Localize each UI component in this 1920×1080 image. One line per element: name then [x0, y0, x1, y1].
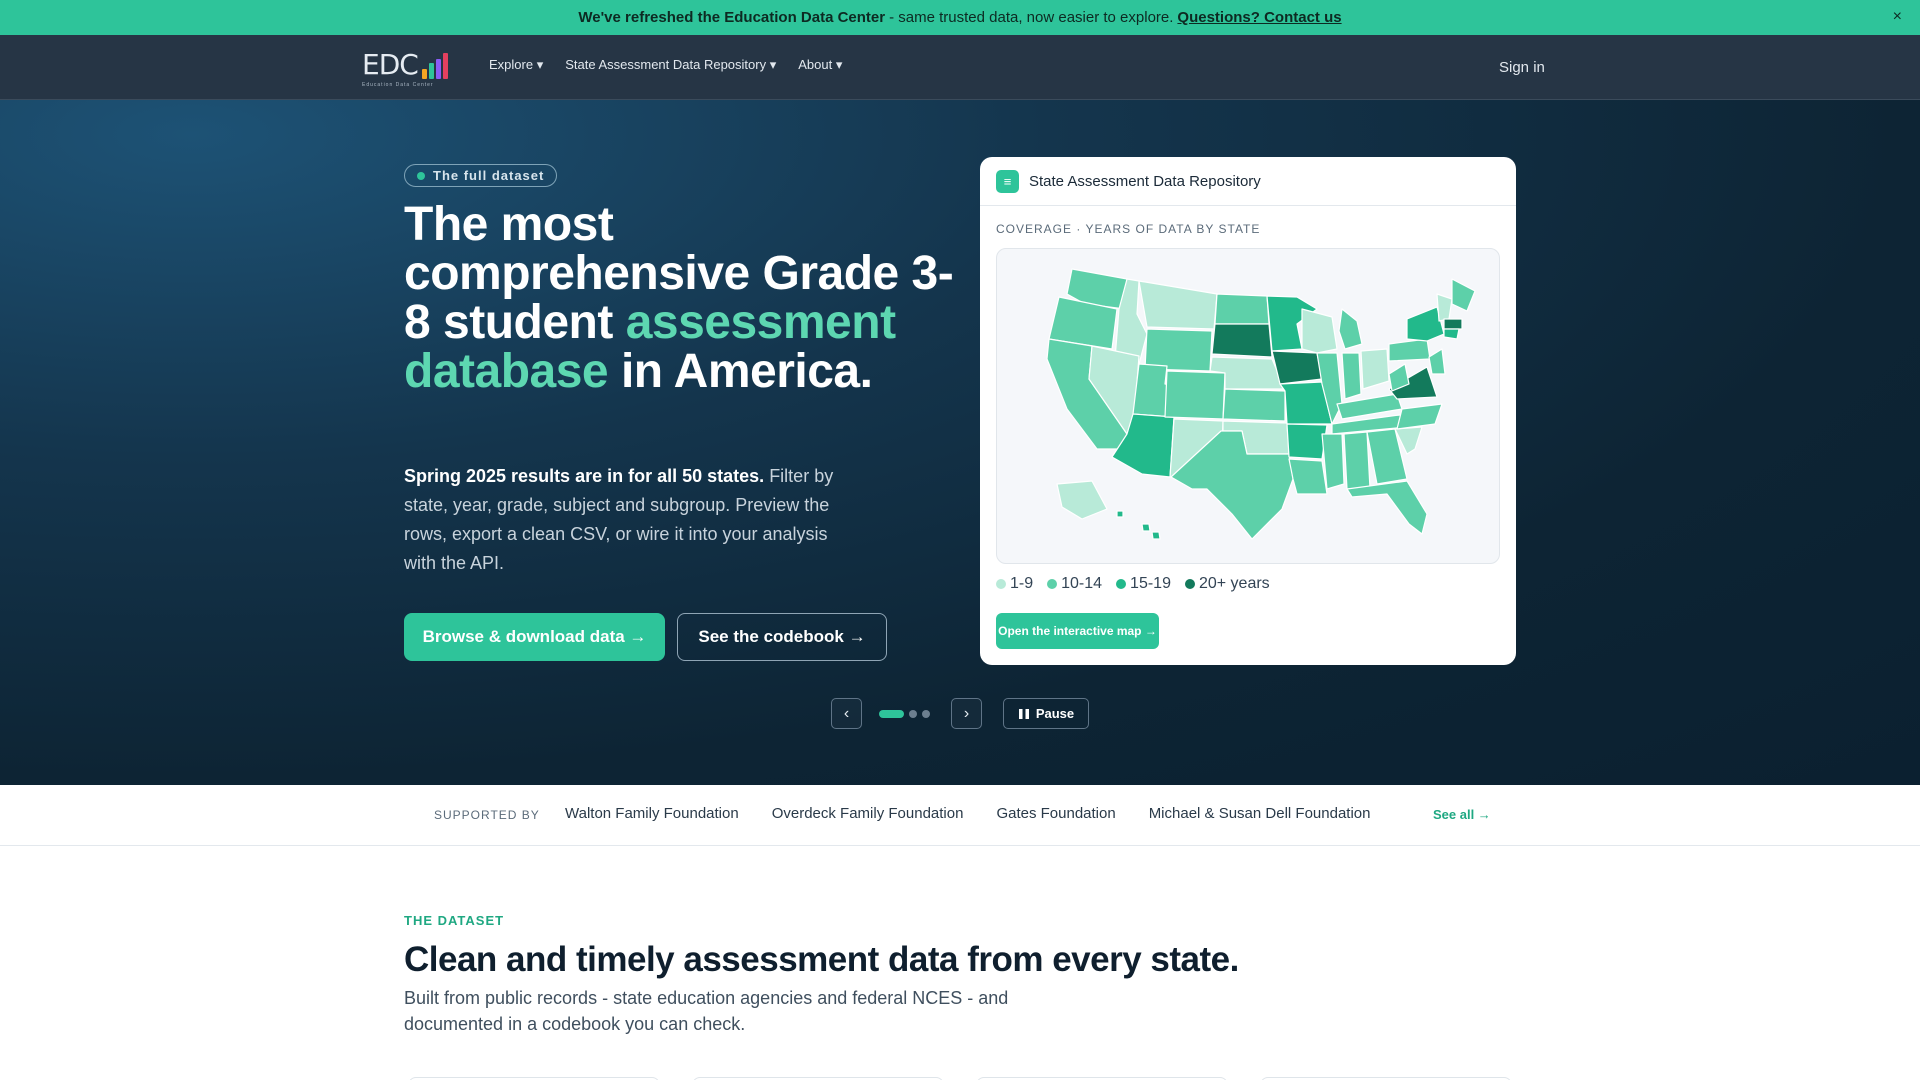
nav-item-about[interactable]: About ▾ — [798, 57, 842, 73]
pause-icon — [1018, 708, 1029, 719]
sign-in-link[interactable]: Sign in — [1499, 59, 1545, 76]
state-pa — [1388, 338, 1431, 362]
us-map-svg — [1046, 268, 1476, 540]
carousel-dots — [879, 710, 930, 718]
supporters-strip: SUPPORTED BY Walton Family Foundation Ov… — [0, 785, 1920, 846]
state-nc — [1396, 403, 1443, 430]
carousel-dot[interactable] — [909, 710, 917, 718]
legend-swatch — [1047, 579, 1058, 589]
browse-download-button[interactable]: Browse & download data → — [404, 613, 665, 661]
state-hi-1 — [1141, 523, 1151, 532]
state-in — [1341, 352, 1362, 400]
card-title: State Assessment Data Repository — [1029, 172, 1261, 190]
announcement-bar: We've refreshed the Education Data Cente… — [0, 0, 1920, 35]
state-ks — [1222, 388, 1286, 422]
supporters-list: Walton Family Foundation Overdeck Family… — [565, 805, 1370, 822]
state-hi-2 — [1151, 531, 1161, 540]
hero: The full dataset The most comprehensive … — [0, 100, 1920, 785]
repository-card: ≡ State Assessment Data Repository COVER… — [980, 157, 1516, 665]
hero-badge-label: The full dataset — [433, 168, 545, 183]
contact-link[interactable]: Questions? Contact us — [1177, 9, 1341, 26]
map-legend: 1-9 10-14 15-19 20+ years — [996, 575, 1270, 593]
headline-part-2: in America. — [620, 345, 873, 398]
us-coverage-map[interactable] — [996, 248, 1500, 564]
legend-label: 1-9 — [1010, 575, 1034, 592]
legend-swatch — [1116, 579, 1127, 589]
supporter-name: Overdeck Family Foundation — [771, 805, 964, 822]
state-vt-nh — [1436, 293, 1453, 322]
state-oh — [1360, 348, 1390, 390]
close-icon[interactable]: × — [1893, 8, 1902, 26]
state-nj-de-md — [1428, 348, 1446, 375]
legend-swatch — [996, 579, 1006, 589]
legend-swatch — [1184, 579, 1195, 589]
state-wi — [1301, 308, 1338, 354]
logo-subtitle: Education Data Center — [362, 82, 434, 88]
coverage-label: COVERAGE · YEARS OF DATA BY STATE — [996, 222, 1261, 236]
state-hi-3 — [1116, 510, 1124, 518]
state-ma — [1443, 318, 1463, 330]
open-map-button[interactable]: Open the interactive map → — [996, 613, 1159, 649]
status-dot-icon — [417, 172, 425, 180]
hero-badge: The full dataset — [404, 164, 558, 187]
nav-item-repository[interactable]: State Assessment Data Repository ▾ — [565, 57, 776, 73]
legend-item: 10-14 — [1047, 575, 1102, 593]
supporter-name: Michael & Susan Dell Foundation — [1148, 805, 1371, 822]
supporters-label: SUPPORTED BY — [434, 808, 540, 822]
legend-item: 20+ years — [1184, 575, 1270, 593]
see-all-supporters-link[interactable]: See all → — [1433, 807, 1491, 822]
carousel-next-button[interactable]: › — [951, 698, 982, 729]
state-nd — [1214, 293, 1270, 325]
state-ct-ri — [1443, 328, 1460, 340]
card-header: ≡ State Assessment Data Repository — [980, 157, 1516, 206]
carousel-prev-button[interactable]: ‹ — [831, 698, 862, 729]
navbar: EDC Education Data Center Explore ▾ Stat… — [0, 35, 1920, 100]
logo[interactable]: EDC Education Data Center — [362, 48, 448, 88]
legend-item: 1-9 — [996, 575, 1033, 593]
logo-bars-icon — [421, 53, 448, 79]
state-co — [1164, 370, 1226, 420]
logo-text: EDC — [362, 48, 419, 81]
codebook-button[interactable]: See the codebook → — [677, 613, 887, 661]
state-mt — [1138, 280, 1218, 330]
state-la — [1288, 458, 1328, 495]
nav-item-explore[interactable]: Explore ▾ — [489, 57, 543, 73]
state-mi — [1338, 308, 1363, 350]
hero-headline: The most comprehensive Grade 3-8 student… — [404, 200, 964, 396]
announcement-bold: We've refreshed the Education Data Cente… — [578, 9, 886, 26]
state-fl — [1346, 480, 1428, 535]
hero-description-bold: Spring 2025 results are in for all 50 st… — [404, 466, 765, 486]
state-al — [1343, 431, 1371, 490]
state-ak — [1056, 480, 1108, 520]
carousel-dot[interactable] — [879, 710, 904, 718]
legend-item: 15-19 — [1116, 575, 1171, 593]
carousel-dot[interactable] — [922, 710, 930, 718]
dataset-description: Built from public records - state educat… — [404, 988, 1009, 1034]
state-me — [1451, 278, 1476, 312]
list-icon: ≡ — [996, 169, 1019, 193]
pause-label: Pause — [1035, 706, 1075, 721]
announcement-text: - same trusted data, now easier to explo… — [889, 9, 1174, 26]
hero-description: Spring 2025 results are in for all 50 st… — [404, 462, 844, 578]
dataset-eyebrow: THE DATASET — [404, 913, 505, 928]
dataset-title: Clean and timely assessment data from ev… — [404, 940, 1239, 979]
state-sd — [1211, 323, 1273, 358]
carousel-pause-button[interactable]: Pause — [1003, 698, 1089, 729]
nav-menu: Explore ▾ State Assessment Data Reposito… — [489, 57, 842, 73]
legend-label: 10-14 — [1061, 575, 1103, 592]
supporter-name: Walton Family Foundation — [565, 805, 739, 822]
state-ar — [1286, 423, 1328, 460]
supporter-name: Gates Foundation — [996, 805, 1116, 822]
legend-label: 20+ years — [1198, 575, 1270, 592]
legend-label: 15-19 — [1130, 575, 1171, 592]
state-ia — [1271, 350, 1323, 385]
